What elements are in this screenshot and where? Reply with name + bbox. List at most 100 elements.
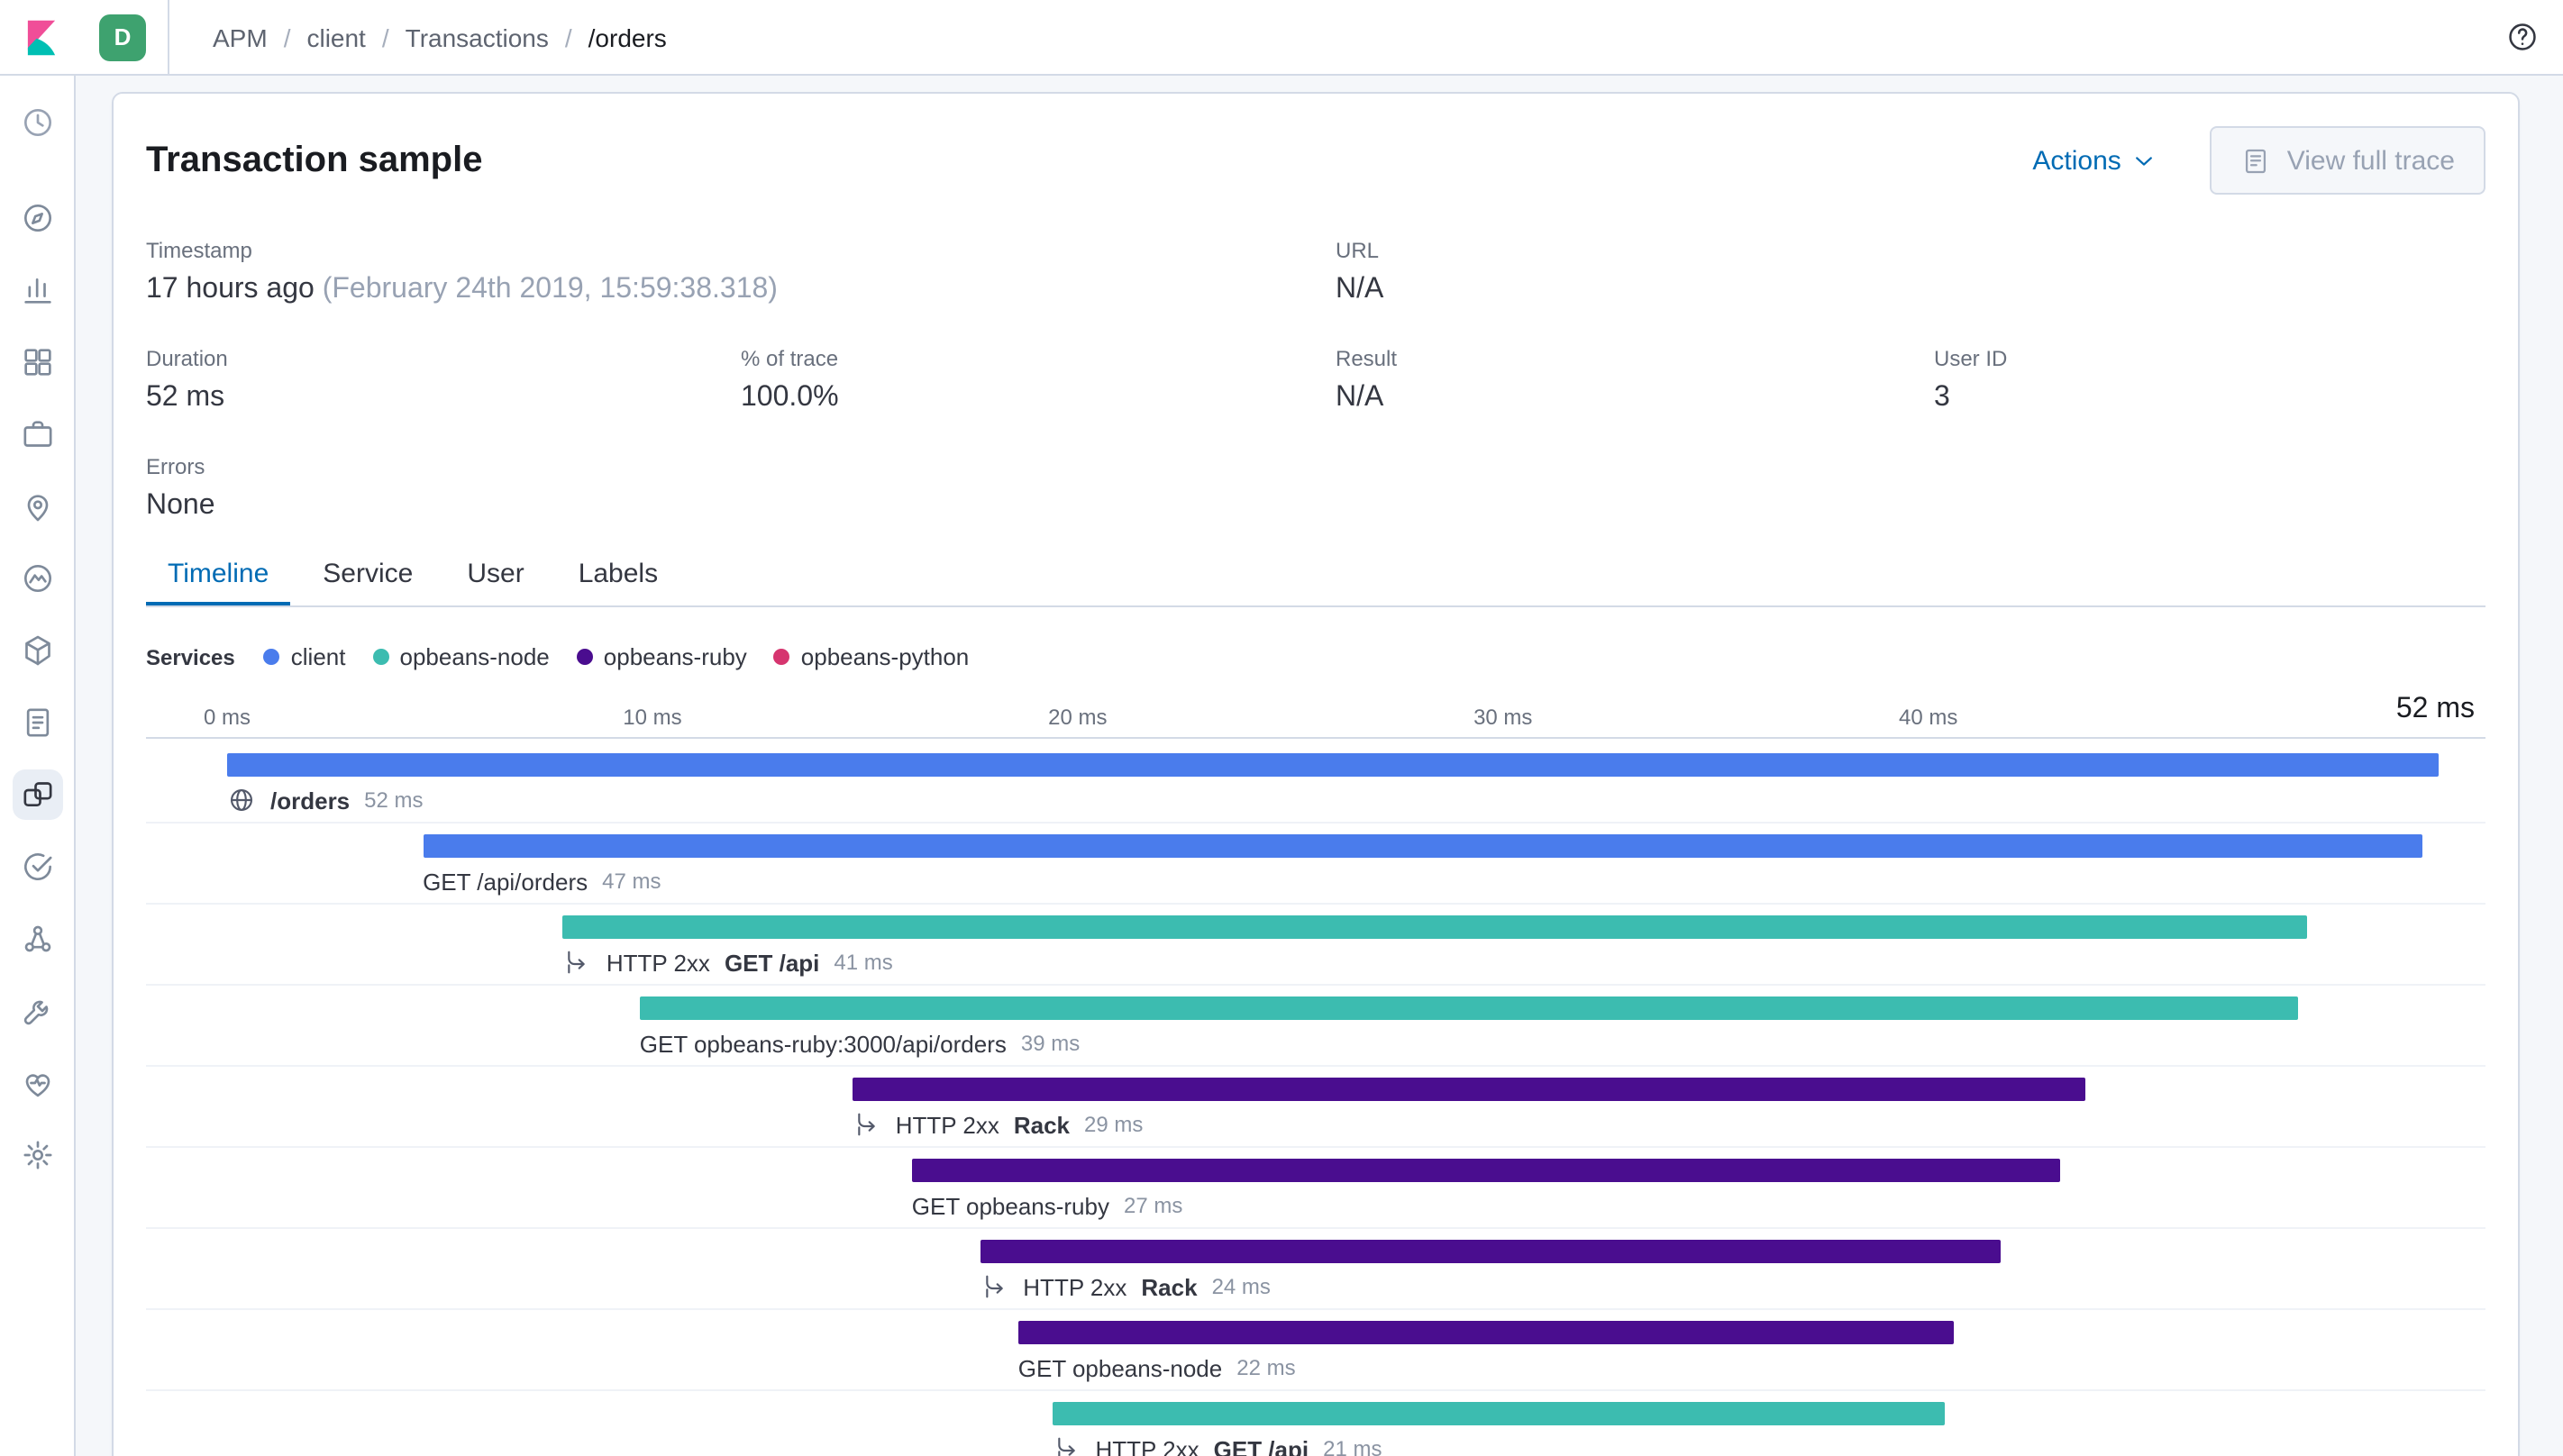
waterfall-bar[interactable] [980,1240,2001,1263]
waterfall-item-duration: 39 ms [1020,1031,1081,1056]
sidebar-item-monitoring[interactable] [12,1058,62,1108]
sidebar-item-dev-tools[interactable] [12,986,62,1036]
breadcrumb-separator: / [381,23,389,51]
logs-icon [19,705,55,741]
waterfall-item[interactable]: GET opbeans-node 22 ms [146,1310,2485,1391]
meta-value: 3 [1934,382,1950,413]
waterfall-item[interactable]: HTTP 2xx Rack 24 ms [146,1229,2485,1310]
meta-percent-of-trace: % of trace 100.0% [741,346,1336,414]
tab-bar: Timeline Service User Labels [146,559,2485,607]
waterfall-bar[interactable] [852,1078,2086,1101]
legend-item-label: opbeans-ruby [603,643,747,670]
waterfall: /orders 52 ms GET /api/orders 47 ms HTTP… [146,739,2485,1456]
waterfall-item-name: GET opbeans-node [1017,1354,1223,1381]
waterfall-item[interactable]: GET /api/orders 47 ms [146,824,2485,905]
waterfall-item-label: GET /api/orders 47 ms [423,863,661,899]
actions-menu-button[interactable]: Actions [2032,145,2158,176]
help-menu-button[interactable] [2505,20,2540,54]
tab-labels[interactable]: Labels [557,559,680,605]
breadcrumb: APM / client / Transactions / /orders [213,23,667,51]
breadcrumb-orders: /orders [588,23,667,51]
waterfall-item[interactable]: HTTP 2xx GET /api 21 ms [146,1391,2485,1456]
view-full-trace-button[interactable]: View full trace [2209,126,2485,195]
waterfall-item[interactable]: GET opbeans-ruby 27 ms [146,1148,2485,1229]
sidebar-item-graph[interactable] [12,914,62,964]
waterfall-item-prefix: HTTP 2xx [895,1111,999,1138]
sidebar-item-uptime[interactable] [12,842,62,892]
waterfall-bar[interactable] [911,1159,2060,1182]
waterfall-item-duration: 22 ms [1236,1355,1296,1380]
waterfall-item-name: Rack [1013,1111,1070,1138]
timeline-axis: 0 ms 10 ms 20 ms 30 ms 40 ms 52 ms [146,692,2485,739]
waterfall-item-label: HTTP 2xx Rack 29 ms [853,1106,1144,1142]
waterfall-item-duration: 29 ms [1084,1112,1144,1137]
chevron-down-icon [2129,145,2159,176]
legend-dot [576,649,593,665]
view-full-trace-label: View full trace [2286,145,2455,176]
maps-icon [19,488,55,524]
meta-duration: Duration 52 ms [146,346,741,414]
legend-item-label: client [290,643,346,670]
sidebar-item-visualize[interactable] [12,265,62,315]
monitoring-icon [19,1065,55,1101]
axis-tick: 30 ms [1473,705,1533,730]
globe-icon [227,786,256,814]
page-title: Transaction sample [146,140,483,179]
legend-item: opbeans-node [372,643,550,670]
sidebar-item-management[interactable] [12,1130,62,1180]
waterfall-bar[interactable] [562,915,2307,939]
sidebar-item-recent[interactable] [12,97,62,148]
sidebar-item-dashboard[interactable] [12,337,62,387]
meta-value: N/A [1336,382,1384,413]
meta-value: 100.0% [741,382,839,413]
waterfall-item-label: GET opbeans-ruby:3000/api/orders 39 ms [640,1025,1081,1061]
breadcrumb-transactions[interactable]: Transactions [406,23,549,51]
waterfall-bar[interactable] [227,753,2439,777]
meta-label: % of trace [741,346,839,371]
waterfall-bar[interactable] [1052,1402,1946,1425]
kibana-logo[interactable] [0,0,83,75]
breadcrumb-client[interactable]: client [306,23,365,51]
meta-value: None [146,490,215,521]
sidebar-item-machine-learning[interactable] [12,553,62,604]
sidebar-item-apm[interactable] [12,769,62,820]
breadcrumb-separator: / [283,23,291,51]
sidebar-item-canvas[interactable] [12,409,62,460]
meta-timestamp: Timestamp 17 hours ago (February 24th 20… [146,238,1336,306]
transaction-icon [980,1272,1008,1301]
waterfall-item[interactable]: HTTP 2xx GET /api 41 ms [146,905,2485,986]
waterfall-bar[interactable] [1017,1321,1954,1344]
waterfall-item-label: HTTP 2xx GET /api 41 ms [563,944,893,980]
sidebar-item-logs[interactable] [12,697,62,748]
meta-user-id: User ID 3 [1934,346,2485,414]
waterfall-item[interactable]: GET opbeans-ruby:3000/api/orders 39 ms [146,986,2485,1067]
meta-value: 52 ms [146,382,225,413]
sidebar-item-infrastructure[interactable] [12,625,62,676]
tab-service[interactable]: Service [301,559,434,605]
waterfall-bar[interactable] [423,834,2422,858]
legend-item: opbeans-python [773,643,969,670]
tab-user[interactable]: User [445,559,545,605]
waterfall-item[interactable]: /orders 52 ms [146,742,2485,824]
space-badge[interactable]: D [99,14,146,60]
visualize-icon [19,272,55,308]
transaction-metadata: Timestamp 17 hours ago (February 24th 20… [146,238,2485,523]
sidebar-item-discover[interactable] [12,193,62,243]
axis-tick: 0 ms [203,705,251,730]
waterfall-item[interactable]: HTTP 2xx Rack 29 ms [146,1067,2485,1148]
tab-timeline[interactable]: Timeline [146,559,290,605]
waterfall-item-name: /orders [270,787,351,814]
legend-dot [773,649,790,665]
waterfall-item-duration: 27 ms [1124,1193,1183,1218]
graph-icon [19,921,55,957]
sidebar-item-maps[interactable] [12,481,62,532]
canvas-icon [19,416,55,452]
timeline-total-duration: 52 ms [2395,694,2475,724]
breadcrumb-apm[interactable]: APM [213,23,268,51]
legend-item-label: opbeans-node [399,643,550,670]
devtools-icon [19,993,55,1029]
services-legend-items: client opbeans-node opbeans-ruby opbeans… [263,643,969,670]
meta-label: URL [1336,238,1380,263]
waterfall-bar[interactable] [639,996,2299,1020]
breadcrumb-separator: / [564,23,572,51]
